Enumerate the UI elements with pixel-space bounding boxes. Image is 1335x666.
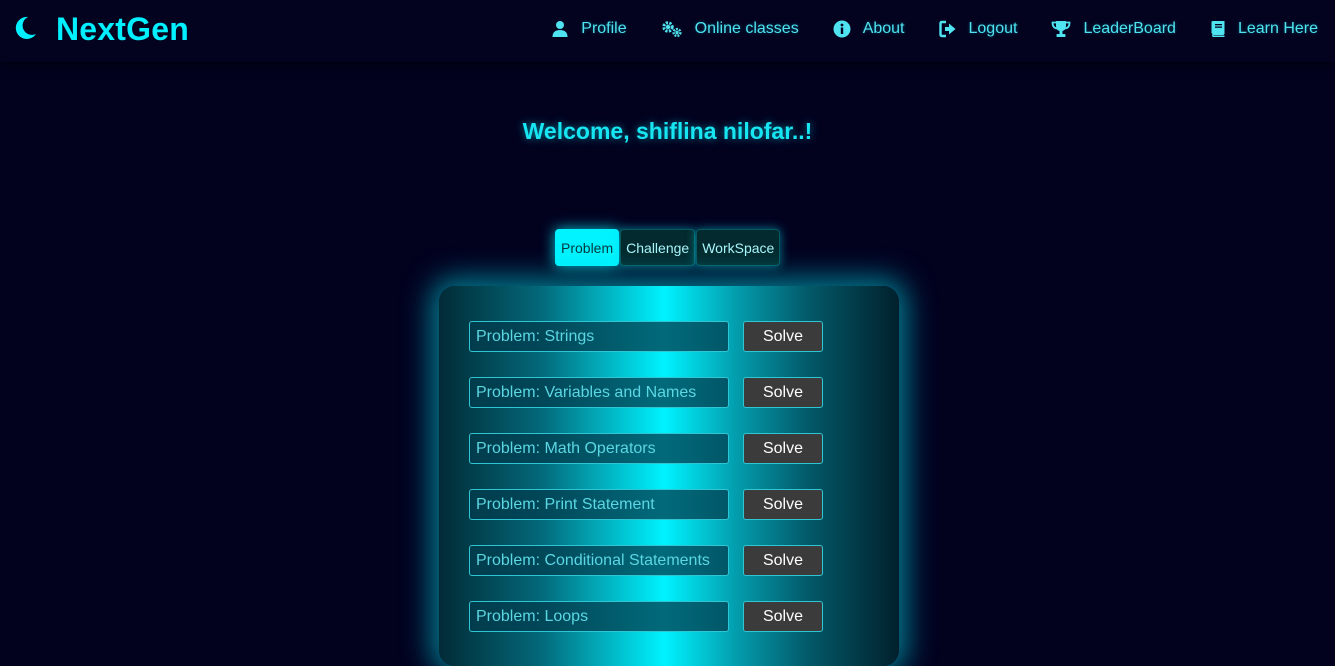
problem-input[interactable] — [469, 377, 729, 408]
solve-button[interactable]: Solve — [743, 489, 823, 520]
problem-input[interactable] — [469, 601, 729, 632]
nav-item-profile[interactable]: Profile — [551, 20, 627, 38]
tab-bar: Problem Challenge WorkSpace — [555, 229, 781, 266]
nav-item-about[interactable]: About — [833, 20, 905, 38]
problem-row: Solve — [469, 377, 829, 408]
nav-item-label: LeaderBoard — [1083, 20, 1176, 37]
info-icon — [833, 20, 851, 38]
problem-row: Solve — [469, 545, 829, 576]
solve-button[interactable]: Solve — [743, 377, 823, 408]
nav-item-learn-here[interactable]: Learn Here — [1210, 20, 1318, 38]
problem-row: Solve — [469, 321, 829, 352]
nav-links: Profile Online classes About Logout Lead… — [551, 17, 1318, 41]
problem-input[interactable] — [469, 433, 729, 464]
nav-item-label: Learn Here — [1237, 20, 1318, 37]
tab-workspace[interactable]: WorkSpace — [696, 229, 781, 266]
nav-item-online-classes[interactable]: Online classes — [661, 20, 799, 38]
tab-problem[interactable]: Problem — [555, 229, 620, 266]
tab-challenge[interactable]: Challenge — [620, 229, 696, 266]
nav-item-label: Online classes — [694, 20, 799, 37]
trophy-icon — [1051, 20, 1071, 38]
problem-row: Solve — [469, 433, 829, 464]
problem-panel: Solve Solve Solve Solve Solve Solve — [439, 286, 899, 666]
navbar: NextGen Profile Online classes About Log… — [0, 0, 1335, 62]
book-icon — [1210, 20, 1226, 38]
brand-name[interactable]: NextGen — [56, 10, 189, 48]
user-icon — [551, 20, 569, 38]
solve-button[interactable]: Solve — [743, 321, 823, 352]
gears-icon — [661, 20, 683, 38]
logout-icon — [938, 20, 957, 38]
problem-input[interactable] — [469, 321, 729, 352]
problem-input[interactable] — [469, 489, 729, 520]
solve-button[interactable]: Solve — [743, 545, 823, 576]
welcome-heading: Welcome, shiflina nilofar..! — [522, 118, 813, 144]
solve-button[interactable]: Solve — [743, 433, 823, 464]
problem-row: Solve — [469, 601, 829, 632]
problem-row: Solve — [469, 489, 829, 520]
nav-item-label: Profile — [581, 20, 627, 37]
moon-icon[interactable] — [14, 14, 38, 42]
nav-item-logout[interactable]: Logout — [938, 20, 1018, 38]
problem-input[interactable] — [469, 545, 729, 576]
nav-item-label: About — [862, 20, 905, 37]
nav-item-leaderboard[interactable]: LeaderBoard — [1051, 20, 1176, 38]
nav-item-label: Logout — [968, 20, 1018, 37]
solve-button[interactable]: Solve — [743, 601, 823, 632]
